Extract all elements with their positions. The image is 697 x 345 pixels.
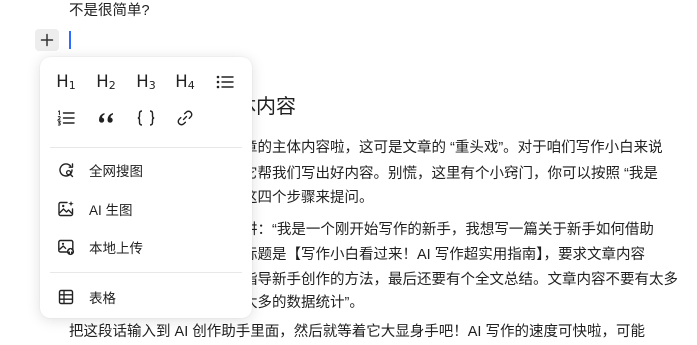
menu-item-label: AI 生图 <box>89 203 133 218</box>
heading-1-icon: H1 <box>56 72 76 92</box>
code-block-icon <box>137 110 155 126</box>
link-icon <box>177 110 193 126</box>
doc-text-line: 太多的数据统计”。 <box>243 295 364 311</box>
doc-text-line: 它帮我们写出好内容。别慌，这里有个小窍门，你可以按照 “我是 <box>243 166 658 182</box>
insert-menu-popup: H1 H2 H3 H4 全网搜图 AI 生图 本地上传 表格 <box>40 57 252 318</box>
doc-text-line: 标题是【写作小白看过来！AI 写作超实用指南】，要求文章内容 <box>243 247 645 263</box>
quote-button[interactable] <box>90 103 122 133</box>
web-image-search-icon <box>57 161 75 179</box>
menu-divider <box>50 272 242 273</box>
heading-2-button[interactable]: H2 <box>90 67 122 97</box>
menu-item-web-image-search[interactable]: 全网搜图 <box>48 154 244 186</box>
doc-text-line: 指导新手创作的方法，最后还要有个全文总结。文章内容不要有太多 <box>243 272 678 288</box>
menu-item-label: 本地上传 <box>89 241 143 256</box>
table-icon <box>57 288 75 306</box>
doc-text-line: 讲：“我是一个刚开始写作的新手，我想写一篇关于新手如何借助 <box>243 222 654 238</box>
heading-4-icon: H4 <box>175 72 195 92</box>
doc-text-line: 这四个步骤来提问。 <box>243 190 374 206</box>
heading-1-button[interactable]: H1 <box>50 67 82 97</box>
menu-divider <box>50 147 242 148</box>
insert-block-button[interactable] <box>35 29 59 51</box>
menu-item-label: 全网搜图 <box>89 164 143 179</box>
bulleted-list-button[interactable] <box>209 67 241 97</box>
heading-3-icon: H3 <box>136 72 156 92</box>
heading-2-icon: H2 <box>96 72 116 92</box>
numbered-list-button[interactable] <box>50 103 82 133</box>
local-upload-icon <box>57 238 75 256</box>
menu-item-label: 表格 <box>89 291 116 306</box>
doc-text-line: 章的主体内容啦，这可是文章的 “重头戏”。对于咱们写作小白来说 <box>243 140 663 156</box>
doc-text-line: 不是很简单? <box>69 3 150 19</box>
heading-4-button[interactable]: H4 <box>169 67 201 97</box>
plus-icon <box>40 33 54 47</box>
bulleted-list-icon <box>216 75 234 89</box>
numbered-list-icon <box>57 110 75 126</box>
text-caret <box>69 31 71 49</box>
doc-text-line: 把这段话输入到 AI 创作助手里面，然后就等着它大显身手吧！AI 写作的速度可快… <box>69 324 645 340</box>
menu-item-ai-image[interactable]: AI 生图 <box>48 193 244 225</box>
heading-3-button[interactable]: H3 <box>130 67 162 97</box>
quote-icon <box>98 113 113 123</box>
code-block-button[interactable] <box>130 103 162 133</box>
ai-image-icon <box>57 200 75 218</box>
menu-item-local-upload[interactable]: 本地上传 <box>48 231 244 263</box>
menu-item-table[interactable]: 表格 <box>48 281 244 313</box>
link-button[interactable] <box>169 103 201 133</box>
